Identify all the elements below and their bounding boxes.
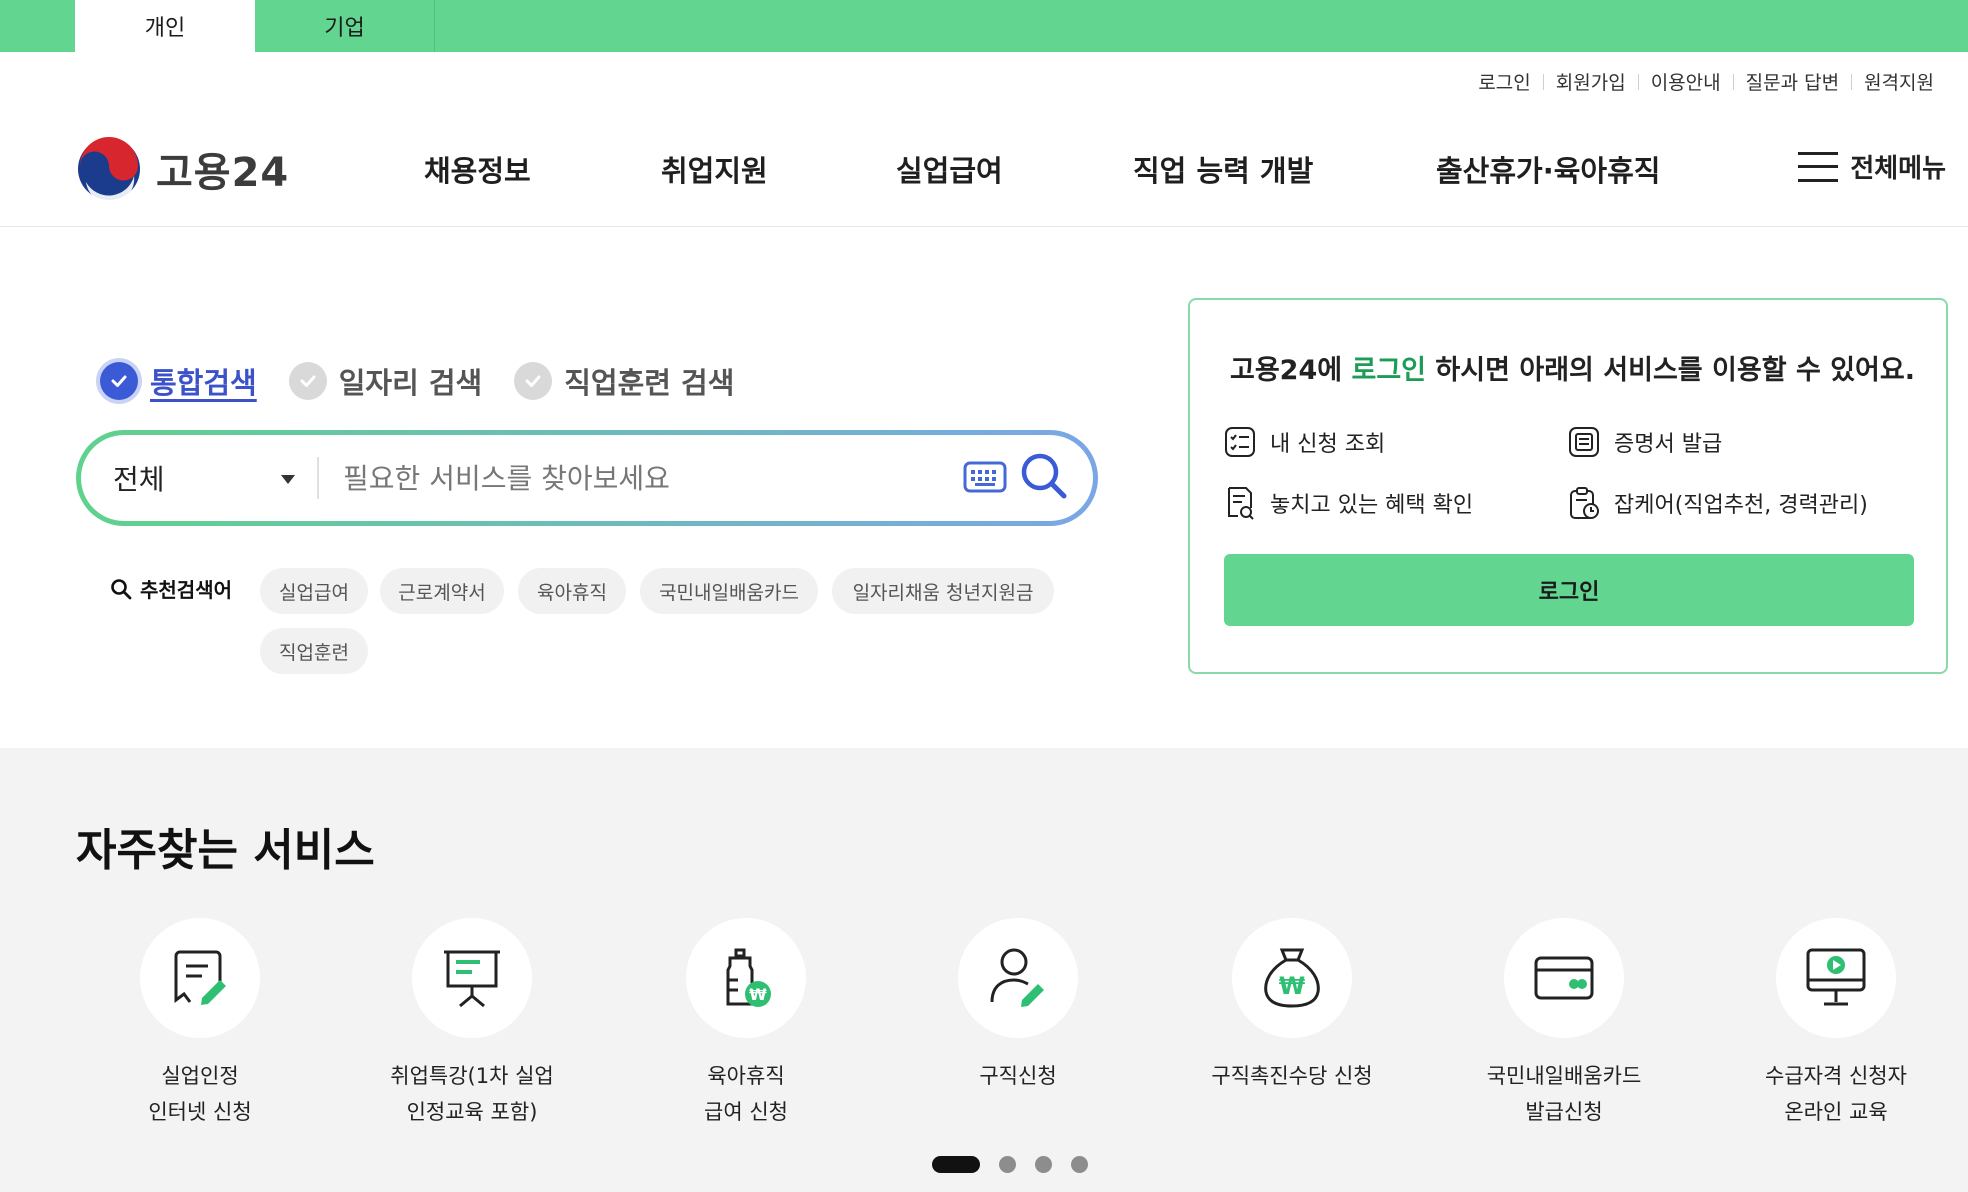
tab-job-search[interactable]: 일자리 검색 — [288, 360, 483, 402]
service-icon-wrap — [1504, 918, 1624, 1038]
service-label: 구직촉진수당 신청 — [1211, 1064, 1373, 1088]
login-link[interactable]: 로그인 — [1466, 68, 1542, 95]
card-icon — [1534, 956, 1594, 1000]
tab-integrated-search[interactable]: 통합검색 — [100, 360, 257, 402]
search-tabs: 통합검색 일자리 검색 직업훈련 검색 — [100, 360, 766, 402]
keyword-chip[interactable]: 일자리채움 청년지원금 — [832, 568, 1054, 614]
service-online-education[interactable]: 수급자격 신청자 온라인 교육 — [1716, 918, 1956, 1130]
document-search-icon — [1228, 487, 1254, 520]
service-icon-wrap: ₩ — [1232, 918, 1352, 1038]
service-icon-wrap: ₩ — [686, 918, 806, 1038]
monitor-play-icon — [1806, 948, 1866, 1006]
clipboard-clock-icon — [1570, 487, 1599, 519]
presentation-board-icon — [444, 950, 500, 1008]
check-icon — [100, 362, 138, 400]
caret-down-icon[interactable] — [281, 475, 295, 484]
service-label: 구직신청 — [979, 1064, 1057, 1088]
remote-support-link[interactable]: 원격지원 — [1852, 68, 1946, 95]
nav-parental-leave[interactable]: 출산휴가·육아휴직 — [1436, 148, 1660, 190]
login-card-message: 고용24에 로그인 하시면 아래의 서비스를 이용할 수 있어요. — [1230, 355, 1915, 386]
person-pen-icon — [990, 948, 1044, 1007]
header-divider — [0, 226, 1968, 227]
service-icon-wrap — [958, 918, 1078, 1038]
search-input[interactable] — [343, 455, 943, 501]
nav-job-info[interactable]: 채용정보 — [424, 148, 531, 190]
login-card: 고용24에 로그인 하시면 아래의 서비스를 이용할 수 있어요. 내 신청 조… — [1188, 298, 1948, 674]
service-label: 국민내일배움카드 발급신청 — [1486, 1064, 1642, 1124]
guide-link[interactable]: 이용안내 — [1639, 68, 1733, 95]
qna-link[interactable]: 질문과 답변 — [1734, 68, 1851, 95]
logo-text: 고용24 — [156, 150, 290, 196]
section-title: 자주찾는 서비스 — [76, 825, 375, 876]
service-jobcare[interactable]: 잡케어(직업추천, 경력관리) — [1568, 486, 1868, 520]
carousel-pagination — [932, 1156, 1107, 1173]
service-label: 취업특강(1차 실업 인정교육 포함) — [390, 1064, 554, 1124]
tab-business[interactable]: 기업 — [255, 0, 435, 52]
nav-vocational-training[interactable]: 직업 능력 개발 — [1133, 148, 1313, 190]
service-label: 육아휴직 급여 신청 — [704, 1064, 788, 1124]
top-tab-bar: 개인 기업 — [0, 0, 1968, 52]
service-job-application[interactable]: 구직신청 — [898, 918, 1138, 1094]
tab-label: 직업훈련 검색 — [564, 366, 735, 400]
service-icon-wrap — [1776, 918, 1896, 1038]
site-logo[interactable]: 고용24 — [76, 136, 289, 202]
service-label: 실업인정 인터넷 신청 — [148, 1064, 252, 1124]
document-pen-icon — [174, 950, 226, 1005]
search-icon[interactable] — [1019, 451, 1069, 501]
money-bag-won-icon: ₩ — [1264, 948, 1320, 1008]
tab-label: 통합검색 — [150, 366, 257, 400]
carousel-dot-1[interactable] — [932, 1156, 980, 1173]
nav-employment-support[interactable]: 취업지원 — [661, 148, 768, 190]
search-box: 전체 — [76, 430, 1098, 526]
all-menu-label: 전체메뉴 — [1850, 154, 1946, 184]
keyword-chip[interactable]: 실업급여 — [260, 568, 368, 614]
service-certificate[interactable]: 증명서 발급 — [1568, 426, 1722, 458]
all-menu-button[interactable]: 전체메뉴 — [1798, 148, 1946, 185]
service-unemployment-recognition[interactable]: 실업인정 인터넷 신청 — [80, 918, 320, 1130]
keyboard-icon[interactable] — [963, 461, 1007, 493]
carousel-dot-4[interactable] — [1071, 1156, 1088, 1173]
search-category-select[interactable]: 전체 — [113, 435, 165, 521]
keyword-chip[interactable]: 근로계약서 — [380, 568, 504, 614]
tab-training-search[interactable]: 직업훈련 검색 — [514, 360, 734, 402]
service-icon-wrap — [412, 918, 532, 1038]
keyword-chip[interactable]: 육아휴직 — [518, 568, 626, 614]
frequent-services-section: 자주찾는 서비스 실업인정 인터넷 신청 취업특강(1차 실업 인정교육 포함) — [0, 748, 1968, 1192]
service-icon-wrap — [140, 918, 260, 1038]
utility-links: 로그인 회원가입 이용안내 질문과 답변 원격지원 — [1466, 68, 1946, 95]
service-label: 수급자격 신청자 온라인 교육 — [1765, 1064, 1907, 1124]
svg-text:₩: ₩ — [749, 985, 767, 1004]
keyword-chip[interactable]: 직업훈련 — [260, 628, 368, 674]
checklist-icon — [1225, 427, 1255, 457]
divider — [317, 457, 319, 499]
login-button[interactable]: 로그인 — [1224, 554, 1914, 626]
taegeuk-logo-icon — [78, 137, 140, 202]
tab-label: 일자리 검색 — [338, 366, 483, 400]
search-icon — [111, 578, 132, 599]
service-job-lecture[interactable]: 취업특강(1차 실업 인정교육 포함) — [352, 918, 592, 1130]
signup-link[interactable]: 회원가입 — [1544, 68, 1638, 95]
keyword-chip[interactable]: 국민내일배움카드 — [640, 568, 818, 614]
tab-personal[interactable]: 개인 — [75, 0, 255, 52]
hamburger-icon — [1798, 151, 1839, 182]
recommended-title: 추천검색어 — [110, 574, 232, 603]
service-parental-leave-benefit[interactable]: ₩ 육아휴직 급여 신청 — [626, 918, 866, 1130]
baby-bottle-won-icon: ₩ — [726, 948, 771, 1007]
service-missed-benefits[interactable]: 놓치고 있는 혜택 확인 — [1224, 486, 1473, 520]
check-icon — [514, 362, 553, 400]
svg-text:₩: ₩ — [1279, 972, 1306, 1000]
service-job-promotion-allowance[interactable]: ₩ 구직촉진수당 신청 — [1172, 918, 1412, 1094]
recommended-title-label: 추천검색어 — [140, 578, 232, 602]
service-my-applications[interactable]: 내 신청 조회 — [1224, 426, 1385, 458]
nav-unemployment-benefit[interactable]: 실업급여 — [896, 148, 1003, 190]
certificate-icon — [1569, 427, 1599, 457]
service-learning-card[interactable]: 국민내일배움카드 발급신청 — [1444, 918, 1684, 1130]
check-icon — [288, 362, 327, 400]
carousel-dot-2[interactable] — [999, 1156, 1016, 1173]
carousel-dot-3[interactable] — [1035, 1156, 1052, 1173]
